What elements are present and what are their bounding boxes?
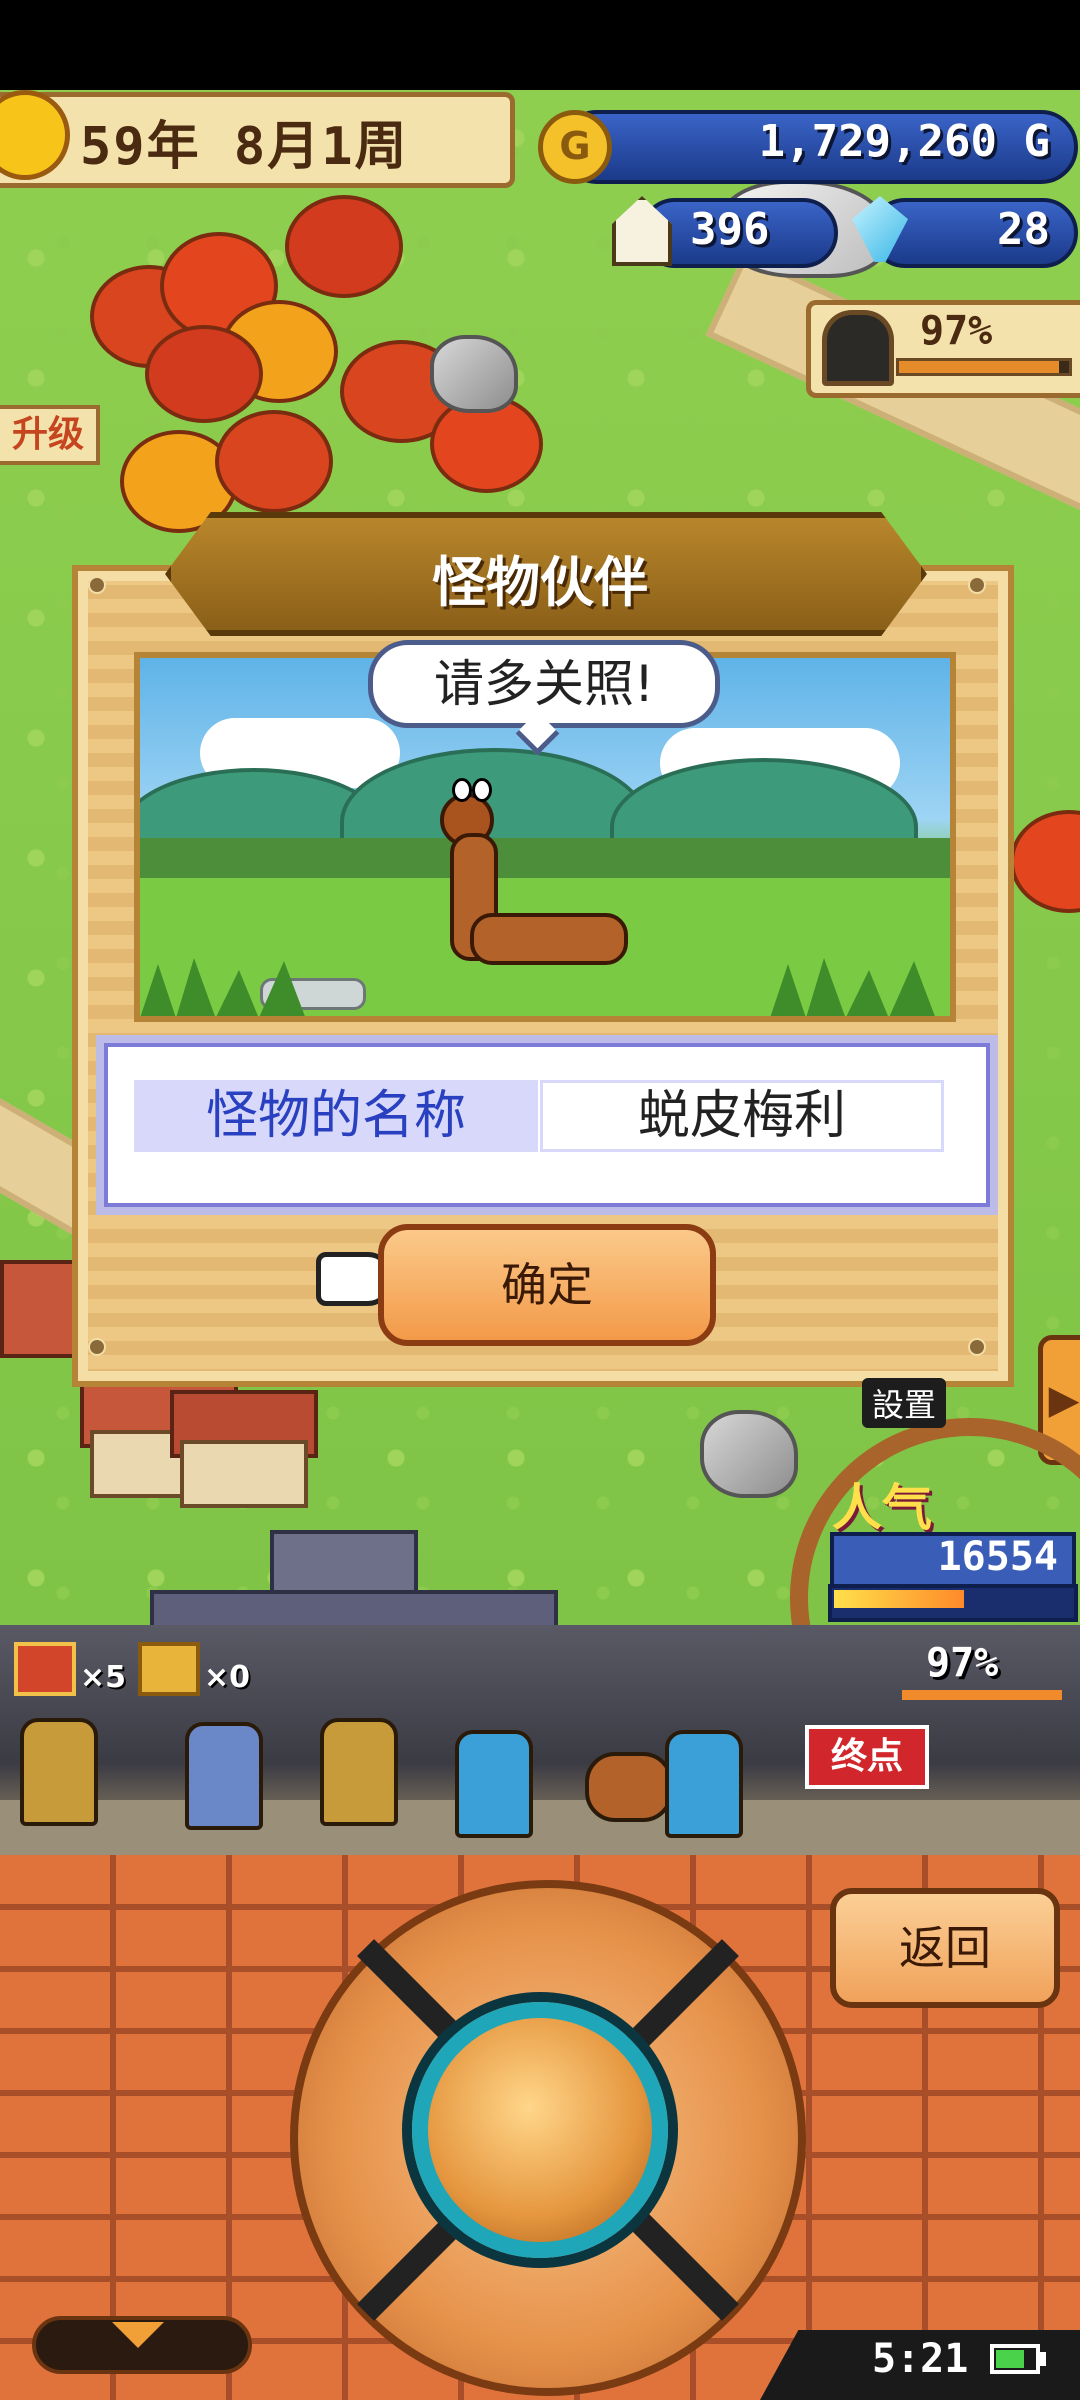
clock: 5:21	[872, 2336, 969, 2382]
dungeon-progress-fill	[899, 361, 1059, 373]
corner-rivet	[968, 1338, 986, 1356]
party-member	[185, 1722, 263, 1830]
speech-bubble: 请多关照!	[368, 640, 720, 728]
rock	[430, 335, 518, 413]
residents-count: 396	[690, 204, 770, 255]
monster-name-label: 怪物的名称	[205, 1086, 466, 1146]
battery-tip	[1040, 2352, 1046, 2366]
cave-floor	[0, 1800, 1080, 1855]
red-chest-count: ×5	[80, 1660, 127, 1695]
chevron-down-icon	[112, 2322, 164, 2348]
chest-icon	[138, 1642, 200, 1696]
house	[180, 1440, 308, 1508]
dialog-title: 怪物伙伴	[432, 551, 648, 614]
expedition-progress: 97%	[926, 1640, 999, 1686]
back-button[interactable]: 返回	[830, 1888, 1060, 2008]
tree	[285, 195, 403, 298]
expedition-progress-bar	[902, 1690, 1062, 1700]
gold-amount: 1,729,260 G	[758, 116, 1050, 167]
party-member	[665, 1730, 743, 1838]
popularity-label: 人气	[832, 1479, 932, 1537]
battery-level	[996, 2350, 1024, 2368]
upgrade-tag[interactable]: 升级	[0, 405, 100, 465]
snake-eye	[452, 778, 472, 802]
snake-partner	[585, 1752, 673, 1822]
house	[270, 1530, 418, 1598]
corner-rivet	[968, 576, 986, 594]
corner-rivet	[88, 1338, 106, 1356]
cave-icon	[822, 310, 894, 386]
confirm-button[interactable]: 确定	[378, 1224, 716, 1346]
gold-chest-count: ×0	[204, 1660, 251, 1695]
party-member	[20, 1718, 98, 1826]
year-week: 59年 8月1周	[80, 117, 409, 177]
snake-eye	[472, 778, 492, 802]
game-screen: 59年 8月1周 G 1,729,260 G 396 28 97% 升级 怪物伙…	[0, 0, 1080, 2400]
popularity-bar-fill	[834, 1590, 964, 1608]
settings-button[interactable]: 設置	[862, 1378, 947, 1428]
crystal-count: 28	[997, 204, 1050, 255]
monster-name-value: 蜕皮梅利	[637, 1086, 846, 1146]
goal-sign: 终点	[805, 1725, 929, 1789]
chest-icon	[14, 1642, 76, 1696]
tree	[145, 325, 263, 423]
party-member	[320, 1718, 398, 1826]
party-member	[455, 1730, 533, 1838]
tree	[215, 410, 333, 513]
snake-tail	[470, 913, 628, 965]
system-status-bar	[0, 0, 1080, 90]
popularity-value: 16554	[937, 1534, 1058, 1580]
rock	[700, 1410, 798, 1498]
pad-center-button[interactable]	[412, 2002, 668, 2258]
dungeon-progress: 97%	[920, 308, 993, 354]
coin-icon: G	[538, 110, 612, 184]
corner-rivet	[88, 576, 106, 594]
